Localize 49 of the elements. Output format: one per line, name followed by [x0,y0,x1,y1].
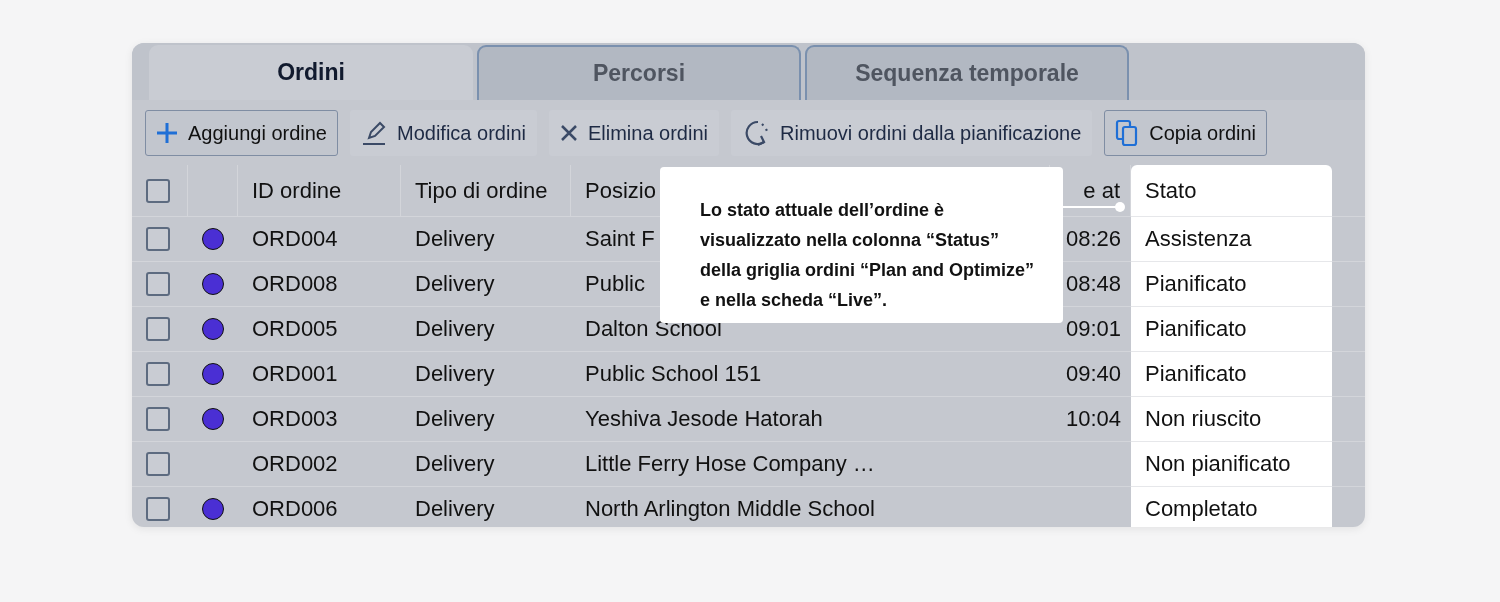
checkbox[interactable] [146,227,170,251]
plus-icon [156,122,178,144]
table-cell: Little Ferry Hose Company … [571,442,1050,487]
checkbox[interactable] [146,497,170,521]
tab[interactable]: Ordini [149,45,473,100]
table-cell: Delivery [401,442,571,487]
toolbar-button[interactable]: Elimina ordini [548,110,719,156]
copy-icon [1115,119,1140,147]
toolbar-button[interactable]: Copia ordini [1104,110,1268,156]
table-cell: Non pianificato [1131,442,1332,487]
checkbox[interactable] [146,362,170,386]
table-cell: Pianificato [1131,352,1332,397]
table-cell: Pianificato [1131,307,1332,352]
table-cell: ORD003 [238,397,401,442]
table-cell: ORD004 [238,217,401,262]
checkbox[interactable] [146,317,170,341]
table-cell: Pianificato [1131,262,1332,307]
table-cell: North Arlington Middle School [571,487,1050,527]
table-cell: ORD002 [238,442,401,487]
table-cell: Delivery [401,487,571,527]
table-cell: Assistenza [1131,217,1332,262]
table-cell: ORD001 [238,352,401,397]
toolbar-button[interactable]: Aggiungi ordine [145,110,338,156]
tab[interactable]: Percorsi [477,45,801,100]
column-header: Tipo di ordine [401,165,571,217]
pencil-icon [361,120,387,146]
close-icon [559,124,578,142]
table-cell: ORD006 [238,487,401,527]
checkbox[interactable] [146,407,170,431]
column-header: ID ordine [238,165,401,217]
table-cell: Delivery [401,262,571,307]
table-cell: Yeshiva Jesode Hatorah [571,397,1050,442]
table-cell: ORD005 [238,307,401,352]
table-cell: Delivery [401,307,571,352]
checkbox[interactable] [146,452,170,476]
toolbar-button[interactable]: Modifica ordini [350,110,537,156]
table-cell: Delivery [401,352,571,397]
table-cell: Completato [1131,487,1332,527]
tab[interactable]: Sequenza temporale [805,45,1129,100]
leader-line [1063,201,1127,213]
checkbox[interactable] [146,272,170,296]
column-header: Stato [1131,165,1332,217]
table-cell: ORD008 [238,262,401,307]
table-cell: Non riuscito [1131,397,1332,442]
toolbar-button[interactable]: Rimuovi ordini dalla pianificazione [731,110,1093,156]
checkbox[interactable] [146,178,170,203]
table-cell: Public School 151 [571,352,1050,397]
table-cell: Delivery [401,397,571,442]
table-cell: Delivery [401,217,571,262]
